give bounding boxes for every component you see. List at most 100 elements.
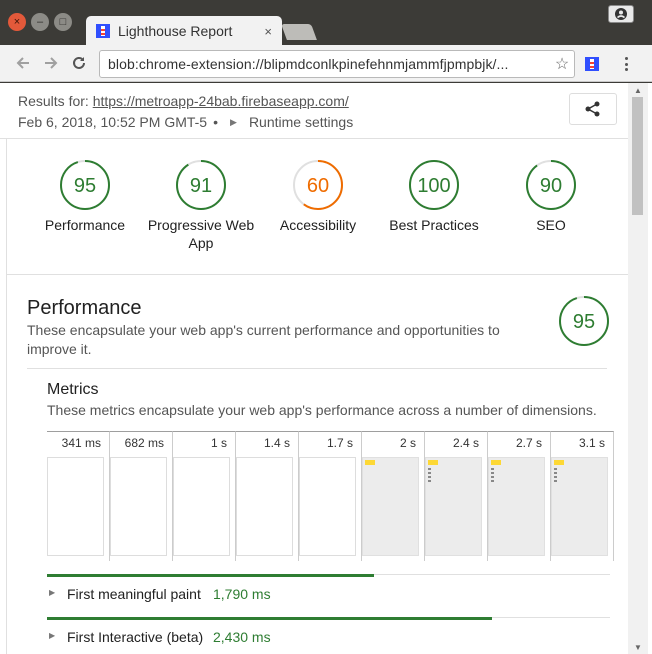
metric-name: First meaningful paint <box>67 586 201 602</box>
expand-arrow-icon[interactable]: ▶ <box>230 117 237 128</box>
filmstrip-frame-time: 1.7 s <box>326 436 353 450</box>
back-arrow-icon[interactable] <box>13 53 33 73</box>
filmstrip-frame: 2 s <box>362 431 425 561</box>
new-tab-button[interactable] <box>281 24 317 40</box>
bookmark-star-icon[interactable]: ☆ <box>550 54 574 74</box>
filmstrip-frame: 1 s <box>173 431 236 561</box>
performance-section-title: Performance <box>27 297 142 319</box>
scroll-down-arrow-icon[interactable]: ▼ <box>628 640 648 654</box>
metric-timing-bar <box>47 617 492 620</box>
results-url-link[interactable]: https://metroapp-24bab.firebaseapp.com/ <box>93 93 349 109</box>
filmstrip-frame: 1.7 s <box>299 431 362 561</box>
filmstrip-thumbnail <box>47 457 104 556</box>
performance-section-description: These encapsulate your web app's current… <box>27 322 500 357</box>
score-best-practices-value: 100 <box>417 175 450 197</box>
window-close-button[interactable]: × <box>8 13 26 31</box>
thumbnail-content-mark <box>491 472 494 474</box>
metric-row[interactable]: ▶ First meaningful paint 1,790 ms <box>47 574 610 617</box>
results-for-line: Results for: https://metroapp-24bab.fire… <box>18 93 349 109</box>
url-text[interactable]: blob:chrome-extension://blipmdconlkpinef… <box>108 56 550 72</box>
filmstrip-frame: 341 ms <box>47 431 110 561</box>
score-accessibility-value: 60 <box>307 175 329 197</box>
score-label-best-practices: Best Practices <box>389 217 479 233</box>
thumbnail-content-mark <box>491 468 494 470</box>
thumbnail-content-mark <box>554 476 557 478</box>
thumbnail-content-mark <box>428 480 431 482</box>
runtime-settings-toggle[interactable]: Runtime settings <box>249 114 353 130</box>
address-bar[interactable]: blob:chrome-extension://blipmdconlkpinef… <box>99 50 575 78</box>
metric-name: First Interactive (beta) <box>67 629 204 645</box>
thumbnail-content-mark <box>491 480 494 482</box>
filmstrip-frame: 3.1 s <box>551 431 614 561</box>
browser-toolbar: blob:chrome-extension://blipmdconlkpinef… <box>0 45 652 82</box>
category-scores: 95 Performance 91 Progressive Web App 60 Acce… <box>7 139 628 275</box>
window-minimize-button[interactable]: – <box>31 13 49 31</box>
scroll-up-arrow-icon[interactable]: ▲ <box>628 83 648 97</box>
metric-row[interactable]: ▶ First Interactive (beta) 2,430 ms <box>47 617 610 654</box>
score-best-practices-ring: 100 <box>409 160 459 210</box>
score-label-seo: SEO <box>536 217 566 233</box>
filmstrip-thumbnail <box>110 457 167 556</box>
page-scrollbar[interactable]: ▲ ▼ <box>628 83 648 654</box>
filmstrip-frame-time: 2 s <box>399 436 416 450</box>
tab-close-icon[interactable]: × <box>264 24 272 39</box>
score-seo-ring: 90 <box>526 160 576 210</box>
score-gauge-seo[interactable]: 90 SEO <box>486 159 616 235</box>
thumbnail-content-mark <box>554 468 557 470</box>
tab-title: Lighthouse Report <box>118 23 233 39</box>
tab-lighthouse-report[interactable]: Lighthouse Report × <box>86 16 282 46</box>
score-progressive-web-app-value: 91 <box>190 175 212 197</box>
performance-section-gauge: 95 <box>558 295 610 350</box>
metric-value: 2,430 ms <box>213 629 271 645</box>
score-gauge-performance[interactable]: 95 Performance <box>20 159 150 235</box>
score-progressive-web-app-ring: 91 <box>176 160 226 210</box>
profile-button[interactable] <box>608 5 634 23</box>
expand-arrow-icon[interactable]: ▶ <box>49 631 55 640</box>
filmstrip-frame: 1.4 s <box>236 431 299 561</box>
report-date-line: Feb 6, 2018, 10:52 PM GMT-5 • ▶ Runtime … <box>18 114 353 130</box>
filmstrip-frame-time: 2.4 s <box>452 436 479 450</box>
browser-menu-icon[interactable] <box>620 55 632 73</box>
filmstrip-thumbnail <box>425 457 482 556</box>
filmstrip-thumbnail <box>236 457 293 556</box>
thumbnail-content-mark <box>554 480 557 482</box>
score-label-performance: Performance <box>44 217 126 233</box>
account-icon <box>615 8 627 20</box>
results-for-label: Results for: <box>18 93 89 109</box>
score-performance-value: 95 <box>74 175 96 197</box>
filmstrip-frame-time: 1 s <box>210 436 227 450</box>
score-label-progressive-web-app: Progressive Web App <box>147 217 255 251</box>
score-gauge-progressive-web-app[interactable]: 91 Progressive Web App <box>136 159 266 252</box>
lighthouse-report-page: Results for: https://metroapp-24bab.fire… <box>0 83 628 654</box>
reload-icon[interactable] <box>69 53 89 73</box>
report-card: 95 Performance 91 Progressive Web App 60 Acce… <box>6 139 628 654</box>
scrollbar-thumb[interactable] <box>632 97 643 215</box>
score-accessibility-ring: 60 <box>293 160 343 210</box>
forward-arrow-icon[interactable] <box>41 53 61 73</box>
thumbnail-content-mark <box>428 476 431 478</box>
filmstrip-frame-time: 3.1 s <box>578 436 605 450</box>
filmstrip-frame-time: 1.4 s <box>263 436 290 450</box>
lighthouse-extension-icon[interactable] <box>585 57 599 71</box>
score-performance-ring: 95 <box>60 160 110 210</box>
filmstrip-frame: 2.7 s <box>488 431 551 561</box>
metric-value: 1,790 ms <box>213 586 271 602</box>
score-gauge-accessibility[interactable]: 60 Accessibility <box>253 159 383 235</box>
thumbnail-content-mark <box>491 476 494 478</box>
filmstrip-thumbnail <box>488 457 545 556</box>
date-bullet: • <box>213 114 219 130</box>
window-maximize-button[interactable]: □ <box>54 13 72 31</box>
filmstrip-thumbnail <box>362 457 419 556</box>
thumbnail-content-mark <box>554 472 557 474</box>
filmstrip-frame-time: 2.7 s <box>515 436 542 450</box>
report-date: Feb 6, 2018, 10:52 PM GMT-5 <box>18 114 208 130</box>
score-gauge-best-practices[interactable]: 100 Best Practices <box>369 159 499 235</box>
filmstrip-frame-time: 341 ms <box>61 436 101 450</box>
filmstrip-frame: 682 ms <box>110 431 173 561</box>
share-button[interactable] <box>569 93 617 125</box>
filmstrip-thumbnail <box>299 457 356 556</box>
window-titlebar: × – □ Lighthouse Report × <box>0 0 652 46</box>
thumbnail-header-bar <box>365 460 375 465</box>
expand-arrow-icon[interactable]: ▶ <box>49 588 55 597</box>
score-label-accessibility: Accessibility <box>279 217 357 233</box>
